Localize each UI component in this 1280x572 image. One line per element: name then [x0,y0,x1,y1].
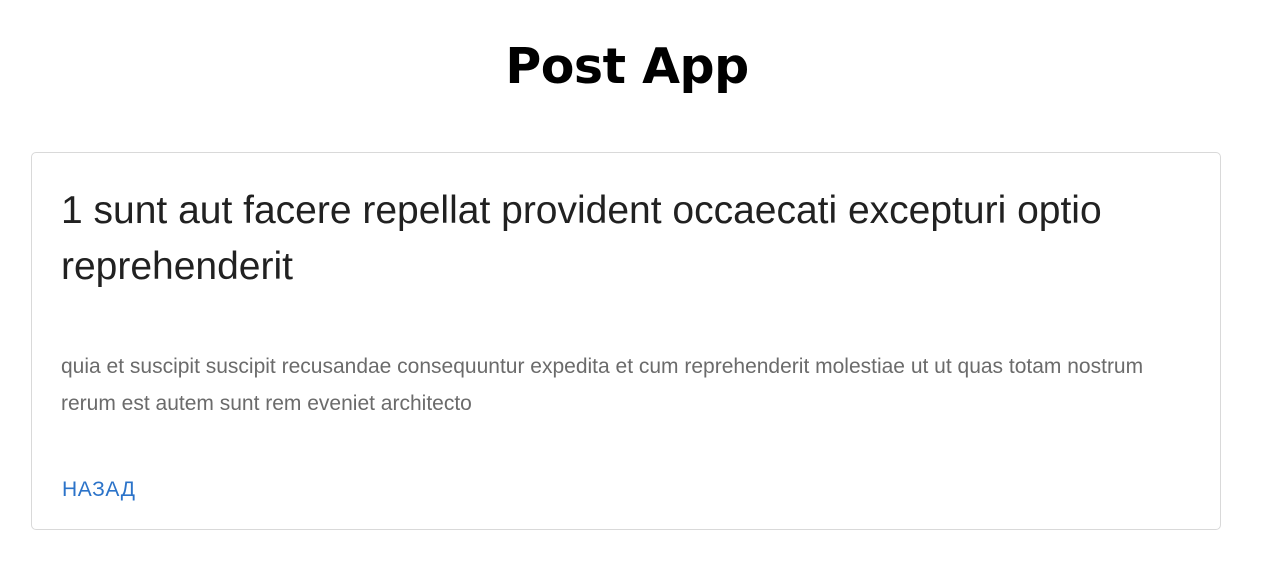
post-id: 1 [61,189,83,232]
post-title: sunt aut facere repellat provident occae… [61,189,1102,288]
back-button[interactable]: НАЗАД [62,476,136,504]
app-title: Post App [505,38,749,95]
post-body: quia et suscipit suscipit recusandae con… [61,355,1144,415]
post-heading: 1 sunt aut facere repellat provident occ… [61,183,1201,295]
post-card: 1 sunt aut facere repellat provident occ… [31,152,1221,530]
